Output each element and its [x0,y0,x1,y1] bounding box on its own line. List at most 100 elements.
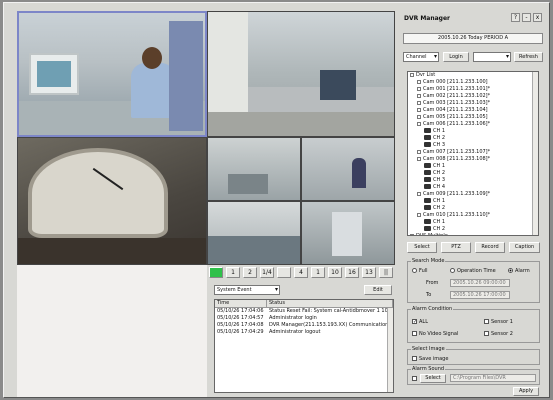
camera-view-small-1[interactable] [207,137,301,201]
apply-button[interactable]: Apply [513,387,539,396]
alarm-sound-select-button[interactable]: Select [420,374,446,383]
select-button[interactable]: Select [407,242,437,253]
ctl-button-10[interactable]: 10 [328,267,342,278]
tree-scrollbar[interactable] [532,72,538,235]
tree-item[interactable]: Cam 010 [211.1.233.110]* [408,212,538,219]
tree-item[interactable]: Cam 002 [211.1.233.102]* [408,93,538,100]
ctl-button-1[interactable]: 1 [226,267,240,278]
expand-icon[interactable] [417,100,421,105]
log-scrollbar[interactable] [387,308,393,392]
expand-icon[interactable] [410,233,414,235]
camera-view-clock[interactable] [17,137,207,265]
tree-item[interactable]: CH 1 [408,219,538,226]
alarm-all-option[interactable]: ✓ ALL [412,319,428,325]
camera-channel-icon[interactable] [424,184,431,189]
tree-item[interactable]: Cam 003 [211.1.233.103]* [408,100,538,107]
record-button[interactable]: Record [475,242,505,253]
expand-icon[interactable] [417,212,421,217]
camera-view-small-3[interactable] [207,201,301,265]
ctl-button-single[interactable]: 1 [311,267,325,278]
alarm-sensor1-option[interactable]: Sensor 1 [484,319,513,325]
tree-item[interactable]: Cam 007 [211.1.233.107]* [408,149,538,156]
expand-icon[interactable] [417,121,421,126]
tree-item[interactable]: Cam 005 [211.1.233.105] [408,114,538,121]
table-row[interactable]: 05/10/26 17:04:06 Status Reset Fail: Sys… [215,308,393,315]
expand-icon[interactable] [417,86,421,91]
tree-item[interactable]: CH 2 [408,135,538,142]
expand-icon[interactable] [417,156,421,161]
camera-view-main[interactable] [17,11,207,137]
expand-icon[interactable] [417,191,421,196]
minimize-icon[interactable]: - [522,13,531,22]
tree-item[interactable]: Dvr List [408,72,538,79]
expand-icon[interactable] [417,79,421,84]
search-alarm-option[interactable]: Alarm [508,268,530,274]
site-select[interactable]: Channel [403,52,439,62]
camera-channel-icon[interactable] [424,198,431,203]
tree-item[interactable]: DVS Multiple [408,233,538,235]
live-indicator-button[interactable] [209,267,223,278]
tree-item[interactable]: Cam 009 [211.1.233.109]* [408,191,538,198]
alarm-novideo-option[interactable]: No Video Signal [412,331,458,337]
search-operation-option[interactable]: Operation Time [450,268,496,274]
log-header-time[interactable]: Time [215,300,267,307]
log-header-status[interactable]: Status [267,300,393,307]
tree-item[interactable]: CH 2 [408,205,538,212]
tree-item[interactable]: CH 2 [408,226,538,233]
log-type-select[interactable]: System Event [214,285,280,295]
alarm-sound-path-field[interactable]: C:\Program Files\DVR [450,374,536,382]
channel-select[interactable] [473,52,511,62]
tree-item[interactable]: CH 1 [408,163,538,170]
refresh-button[interactable]: Refresh [514,52,543,62]
tree-item[interactable]: Cam 006 [211.1.233.106]* [408,121,538,128]
tree-item[interactable]: Cam 001 [211.1.233.101]* [408,86,538,93]
save-image-option[interactable]: Save image [412,356,448,362]
camera-channel-icon[interactable] [424,226,431,231]
tree-item[interactable]: CH 2 [408,170,538,177]
tree-item[interactable]: CH 1 [408,198,538,205]
expand-icon[interactable] [410,72,414,77]
expand-icon[interactable] [417,107,421,112]
ctl-button-blank[interactable] [277,267,291,278]
help-icon[interactable]: ? [511,13,520,22]
table-row[interactable]: 05/10/26 17:04:57 Administrator login [215,315,393,322]
expand-icon[interactable] [417,93,421,98]
ctl-button-quarter[interactable]: 1/4 [260,267,274,278]
camera-channel-icon[interactable] [424,128,431,133]
table-row[interactable]: 05/10/26 17:04:08 DVR Manager(211.153.19… [215,322,393,329]
tree-item[interactable]: CH 4 [408,184,538,191]
close-icon[interactable]: x [533,13,542,22]
camera-view-small-4[interactable] [301,201,395,265]
alarm-sound-checkbox-icon[interactable] [412,376,417,381]
tree-item[interactable]: CH 3 [408,142,538,149]
tree-item[interactable]: Cam 000 [211.1.233.100] [408,79,538,86]
alarm-sensor2-option[interactable]: Sensor 2 [484,331,513,337]
camera-channel-icon[interactable] [424,219,431,224]
ctl-button-4[interactable]: 4 [294,267,308,278]
pause-button[interactable]: || [379,267,393,278]
camera-channel-icon[interactable] [424,142,431,147]
login-button[interactable]: Login [443,52,469,62]
tree-item[interactable]: CH 3 [408,177,538,184]
log-edit-button[interactable]: Edit [364,285,392,295]
tree-item[interactable]: CH 1 [408,128,538,135]
ctl-button-2[interactable]: 2 [243,267,257,278]
ctl-button-16[interactable]: 16 [345,267,359,278]
to-datetime-field[interactable]: 2005.10.26 17:00:00 [450,291,510,299]
camera-channel-icon[interactable] [424,135,431,140]
tree-item[interactable]: Cam 004 [211.1.233.104] [408,107,538,114]
expand-icon[interactable] [417,114,421,119]
camera-channel-icon[interactable] [424,205,431,210]
camera-view-office[interactable] [207,11,395,137]
ctl-button-13[interactable]: 13 [362,267,376,278]
ptz-button[interactable]: PTZ [441,242,471,253]
camera-channel-icon[interactable] [424,177,431,182]
from-datetime-field[interactable]: 2005.10.26 09:00:00 [450,279,510,287]
search-full-option[interactable]: Full [412,268,428,274]
camera-channel-icon[interactable] [424,170,431,175]
caption-button[interactable]: Caption [509,242,540,253]
camera-channel-icon[interactable] [424,163,431,168]
table-row[interactable]: 05/10/26 17:04:29 Administrator logout [215,329,393,336]
expand-icon[interactable] [417,149,421,154]
camera-view-small-2[interactable] [301,137,395,201]
